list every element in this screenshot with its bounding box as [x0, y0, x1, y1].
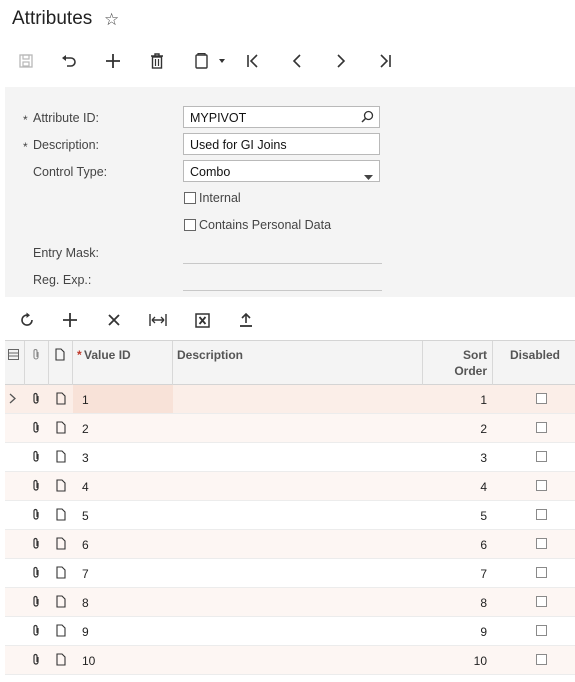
add-row-icon[interactable]: [58, 308, 82, 332]
fit-columns-icon[interactable]: [146, 308, 170, 332]
attachment-header: [25, 341, 49, 385]
disabled-checkbox[interactable]: [536, 451, 547, 462]
table-row[interactable]: 99: [5, 617, 575, 646]
paperclip-icon: [31, 348, 41, 364]
personal-data-label: Contains Personal Data: [199, 218, 332, 232]
paperclip-icon[interactable]: [31, 450, 41, 466]
note-icon[interactable]: [56, 653, 66, 669]
delete-icon[interactable]: [145, 49, 169, 73]
control-type-label: Control Type:: [33, 165, 108, 179]
control-type-select[interactable]: Combo: [183, 160, 380, 182]
required-marker: *: [23, 113, 28, 127]
description-label: Description:: [33, 138, 99, 152]
table-row[interactable]: 88: [5, 588, 575, 617]
disabled-checkbox[interactable]: [536, 422, 547, 433]
note-icon[interactable]: [56, 421, 66, 437]
copy-paste-icon[interactable]: [190, 49, 230, 73]
table-row[interactable]: 11: [5, 385, 575, 414]
note-icon[interactable]: [56, 508, 66, 524]
attribute-id-label: Attribute ID:: [33, 111, 99, 125]
note-icon[interactable]: [56, 537, 66, 553]
export-excel-icon[interactable]: [190, 308, 214, 332]
entry-mask-label: Entry Mask:: [33, 246, 99, 260]
sort-order-header-line1: Sort: [463, 348, 487, 362]
disabled-checkbox[interactable]: [536, 567, 547, 578]
row-selector-header[interactable]: [5, 341, 25, 385]
paperclip-icon[interactable]: [31, 595, 41, 611]
delete-row-icon[interactable]: [102, 308, 126, 332]
disabled-checkbox[interactable]: [536, 596, 547, 607]
note-icon: [55, 348, 65, 364]
star-icon[interactable]: ☆: [104, 10, 119, 30]
description-field[interactable]: Used for GI Joins: [183, 133, 380, 155]
paperclip-icon[interactable]: [31, 653, 41, 669]
paperclip-icon[interactable]: [31, 566, 41, 582]
entry-mask-field[interactable]: [183, 263, 382, 264]
add-icon[interactable]: [101, 49, 125, 73]
description-value: Used for GI Joins: [190, 138, 287, 152]
paperclip-icon[interactable]: [31, 479, 41, 495]
reg-exp-label: Reg. Exp.:: [33, 273, 92, 287]
sort-order-header-line2: Order: [454, 364, 487, 378]
disabled-checkbox[interactable]: [536, 509, 547, 520]
disabled-checkbox[interactable]: [536, 538, 547, 549]
value-id-header-label: Value ID: [84, 348, 131, 362]
personal-data-checkbox[interactable]: [184, 219, 196, 231]
paperclip-icon[interactable]: [31, 508, 41, 524]
upload-icon[interactable]: [234, 308, 258, 332]
disabled-checkbox[interactable]: [536, 393, 547, 404]
description-header[interactable]: Description: [173, 341, 423, 385]
disabled-checkbox[interactable]: [536, 625, 547, 636]
disabled-header[interactable]: Disabled: [493, 341, 575, 385]
internal-label: Internal: [199, 191, 241, 205]
table-row[interactable]: 22: [5, 414, 575, 443]
search-icon[interactable]: [361, 110, 374, 126]
chevron-down-icon[interactable]: [364, 169, 373, 183]
note-header: [49, 341, 73, 385]
paperclip-icon[interactable]: [31, 421, 41, 437]
refresh-icon[interactable]: [15, 308, 39, 332]
note-icon[interactable]: [56, 392, 66, 408]
table-row[interactable]: 77: [5, 559, 575, 588]
value-id-header[interactable]: * Value ID: [73, 341, 173, 385]
table-row[interactable]: 55: [5, 501, 575, 530]
columns-icon[interactable]: [8, 349, 19, 363]
undo-icon[interactable]: [57, 49, 81, 73]
save-icon[interactable]: [14, 49, 38, 73]
note-icon[interactable]: [56, 566, 66, 582]
grid-header: * Value ID Description Sort Order Disabl…: [5, 340, 575, 385]
current-row-chevron-icon: [9, 393, 16, 407]
paperclip-icon[interactable]: [31, 624, 41, 640]
description-header-label: Description: [177, 348, 244, 362]
reg-exp-field[interactable]: [183, 290, 382, 291]
last-icon[interactable]: [373, 49, 397, 73]
note-icon[interactable]: [56, 624, 66, 640]
paperclip-icon[interactable]: [31, 537, 41, 553]
note-icon[interactable]: [56, 450, 66, 466]
page-title: Attributes: [12, 8, 93, 29]
required-marker: *: [23, 140, 28, 154]
attribute-id-value: MYPIVOT: [190, 111, 247, 125]
table-row[interactable]: 10 10: [5, 646, 575, 675]
note-icon[interactable]: [56, 479, 66, 495]
table-row[interactable]: 44: [5, 472, 575, 501]
previous-icon[interactable]: [285, 49, 309, 73]
control-type-value: Combo: [190, 165, 231, 179]
note-icon[interactable]: [56, 595, 66, 611]
internal-checkbox[interactable]: [184, 192, 196, 204]
sort-order-cell[interactable]: 10: [474, 654, 487, 682]
sort-order-header[interactable]: Sort Order: [423, 341, 493, 385]
table-row[interactable]: 33: [5, 443, 575, 472]
disabled-checkbox[interactable]: [536, 654, 547, 665]
disabled-header-label: Disabled: [510, 348, 561, 362]
value-id-cell[interactable]: 10: [82, 654, 95, 682]
first-icon[interactable]: [241, 49, 265, 73]
attribute-id-field[interactable]: MYPIVOT: [183, 106, 380, 128]
paperclip-icon[interactable]: [31, 392, 41, 408]
required-marker: *: [77, 348, 82, 362]
table-row[interactable]: 66: [5, 530, 575, 559]
disabled-checkbox[interactable]: [536, 480, 547, 491]
next-icon[interactable]: [329, 49, 353, 73]
